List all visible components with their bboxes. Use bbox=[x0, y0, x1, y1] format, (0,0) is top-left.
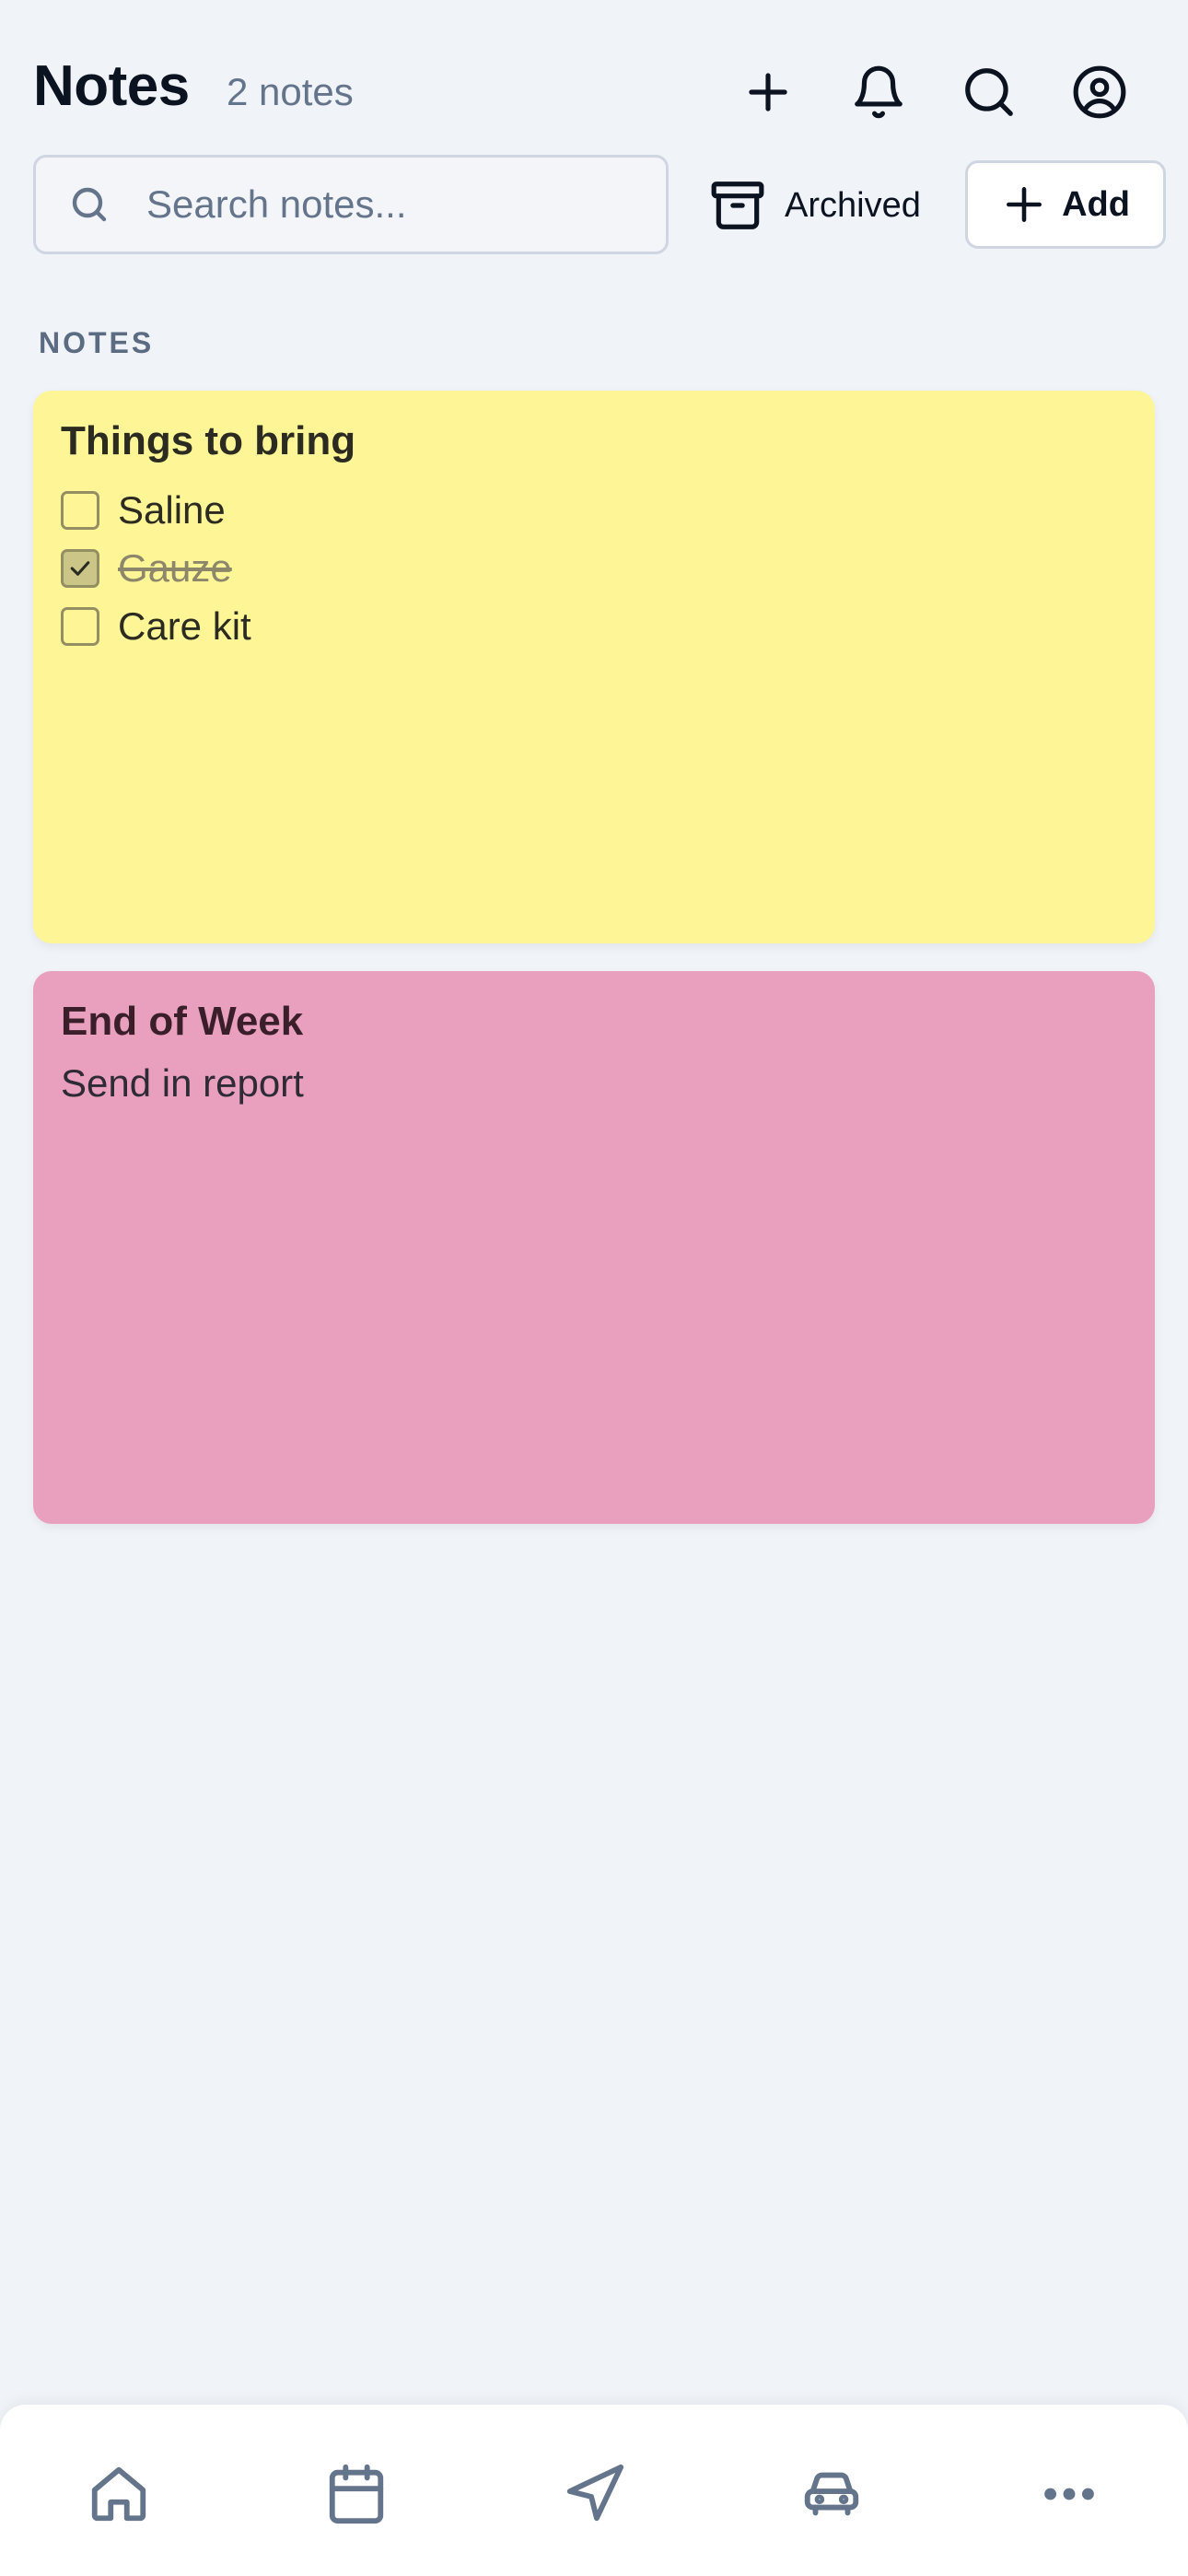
tab-car[interactable] bbox=[767, 2453, 896, 2535]
search-icon bbox=[72, 187, 107, 222]
archive-icon bbox=[711, 181, 764, 229]
tab-calendar[interactable] bbox=[292, 2453, 421, 2535]
search-icon bbox=[965, 68, 1013, 116]
tab-home[interactable] bbox=[54, 2453, 183, 2535]
note-title: End of Week bbox=[61, 999, 304, 1044]
user-circle-icon bbox=[1073, 65, 1126, 119]
plus-icon bbox=[1007, 187, 1042, 222]
tab-more[interactable] bbox=[1005, 2453, 1134, 2535]
more-icon bbox=[1044, 2488, 1094, 2500]
search-input[interactable] bbox=[146, 182, 625, 227]
search-bar[interactable] bbox=[33, 155, 669, 254]
calendar-icon bbox=[329, 2464, 384, 2524]
notes-count: 2 notes bbox=[227, 70, 354, 113]
check-icon bbox=[70, 560, 90, 576]
new-note-button[interactable] bbox=[713, 46, 823, 138]
note-body: Send in report bbox=[61, 1061, 304, 1105]
header-actions bbox=[713, 46, 1155, 138]
archived-button[interactable]: Archived bbox=[709, 164, 921, 247]
home-icon bbox=[91, 2466, 146, 2522]
section-label: NOTES bbox=[39, 326, 155, 359]
checkbox-checked[interactable] bbox=[61, 548, 99, 588]
checklist-item: Care kit bbox=[61, 597, 1127, 655]
profile-button[interactable] bbox=[1044, 46, 1155, 138]
archived-label: Archived bbox=[785, 185, 921, 225]
note-title: Things to bring bbox=[61, 418, 356, 463]
checklist-item: Gauze bbox=[61, 539, 1127, 597]
checklist-label: Care kit bbox=[118, 603, 251, 648]
car-icon bbox=[804, 2472, 859, 2516]
add-label: Add bbox=[1062, 184, 1130, 224]
checkbox[interactable] bbox=[61, 490, 99, 530]
header: Notes 2 notes bbox=[33, 46, 1155, 129]
bottom-tab-bar bbox=[0, 2405, 1188, 2576]
page-title: Notes bbox=[33, 54, 190, 118]
note-card[interactable]: Things to bring Saline Gauze Care kit bbox=[33, 391, 1155, 943]
search-button[interactable] bbox=[934, 46, 1044, 138]
bell-icon bbox=[855, 65, 903, 119]
plus-icon bbox=[749, 73, 787, 111]
checklist-item: Saline bbox=[61, 481, 1127, 539]
note-card[interactable]: End of Week Send in report bbox=[33, 971, 1155, 1524]
tab-navigation[interactable] bbox=[530, 2453, 658, 2535]
navigation-icon bbox=[566, 2464, 624, 2522]
add-button[interactable]: Add bbox=[965, 160, 1166, 249]
checkbox[interactable] bbox=[61, 606, 99, 646]
notifications-button[interactable] bbox=[823, 46, 934, 138]
checklist-label: Gauze bbox=[118, 545, 232, 590]
checklist-label: Saline bbox=[118, 487, 226, 532]
notes-screen: Notes 2 notes Archived Add NOTES bbox=[0, 0, 1188, 2576]
